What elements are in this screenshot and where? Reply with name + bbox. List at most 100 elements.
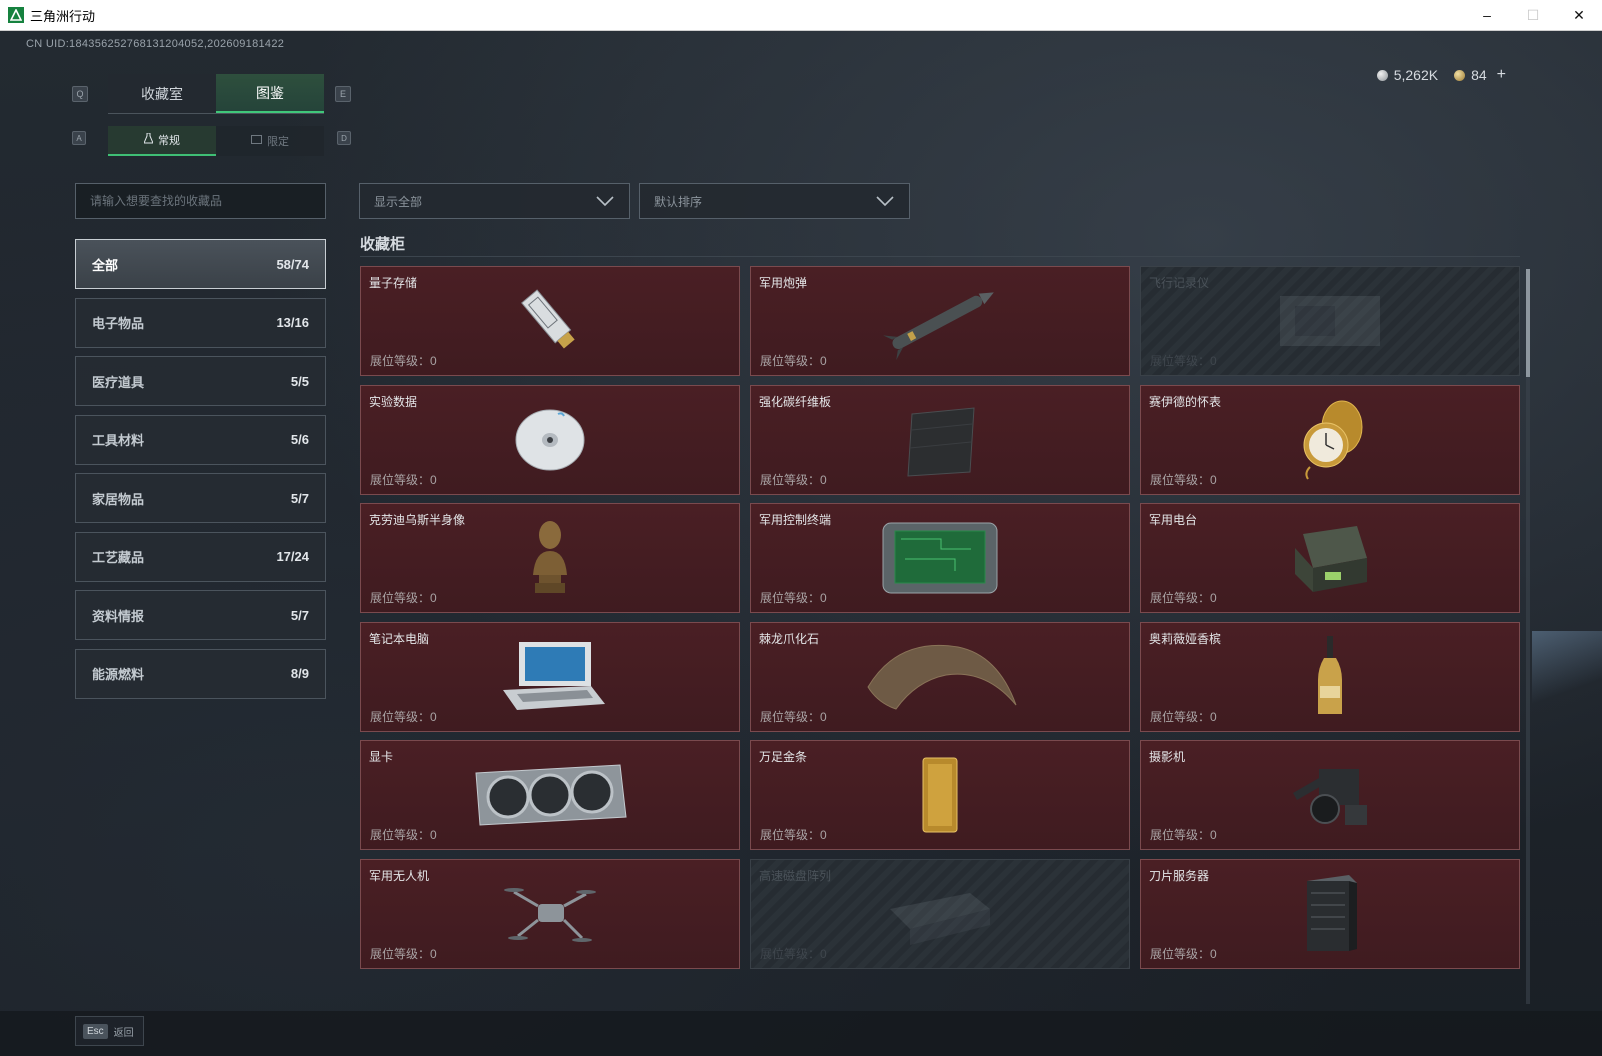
item-card[interactable]: 克劳迪乌斯半身像 展位等级：0 bbox=[360, 503, 740, 613]
item-level: 展位等级：0 bbox=[370, 472, 437, 487]
item-card[interactable]: 军用控制终端 展位等级：0 bbox=[750, 503, 1130, 613]
category-label: 资料情报 bbox=[92, 608, 145, 624]
item-card[interactable]: 棘龙爪化石 展位等级：0 bbox=[750, 621, 1130, 732]
item-card[interactable]: 奥莉薇娅香槟 展位等级：0 bbox=[1140, 621, 1520, 732]
item-level: 展位等级：0 bbox=[760, 591, 827, 605]
item-grid: 量子存储 展位等级：0 军用炮弹 展位等级：0 飞行记录仪 展位等级：0 实验数… bbox=[360, 266, 1522, 1006]
missile-icon bbox=[855, 278, 1025, 364]
carbon-plate-icon bbox=[855, 397, 1025, 483]
section-divider bbox=[360, 256, 1520, 257]
gpu-icon bbox=[465, 752, 635, 838]
item-name: 强化碳纤维板 bbox=[759, 394, 832, 409]
category-energy[interactable]: 能源燃料 8/9 bbox=[75, 648, 326, 699]
category-label: 电子物品 bbox=[92, 316, 145, 331]
sort-dropdown[interactable]: 默认排序 bbox=[639, 183, 910, 219]
category-label: 能源燃料 bbox=[92, 667, 145, 682]
tab-collection-room[interactable]: 收藏室 bbox=[108, 74, 216, 113]
chevron-down-icon bbox=[876, 196, 894, 207]
item-card[interactable]: 实验数据 展位等级：0 bbox=[360, 384, 740, 495]
item-name: 奥莉薇娅香槟 bbox=[1149, 631, 1222, 646]
item-level: 展位等级：0 bbox=[760, 472, 827, 487]
tab-regular-label: 常规 bbox=[158, 135, 180, 147]
item-level: 展位等级：0 bbox=[760, 828, 827, 842]
tab-limited-label: 限定 bbox=[267, 136, 289, 148]
category-count: 58/74 bbox=[276, 256, 309, 272]
item-level: 展位等级：0 bbox=[370, 709, 437, 724]
item-card[interactable]: 显卡 展位等级：0 bbox=[360, 740, 740, 850]
item-name: 军用无人机 bbox=[369, 868, 430, 883]
champagne-icon bbox=[1245, 634, 1415, 720]
item-card[interactable]: 刀片服务器 展位等级：0 bbox=[1140, 858, 1520, 969]
back-button[interactable]: Esc 返回 bbox=[75, 1016, 144, 1046]
main-tabs: 收藏室 图鉴 bbox=[108, 74, 324, 114]
item-card[interactable]: 高速磁盘阵列 展位等级：0 bbox=[750, 858, 1130, 969]
category-crafts[interactable]: 工艺藏品 17/24 bbox=[75, 531, 326, 582]
category-label: 全部 bbox=[92, 257, 119, 273]
item-card[interactable]: 军用炮弹 展位等级：0 bbox=[750, 266, 1130, 376]
item-name: 棘龙爪化石 bbox=[759, 631, 820, 646]
search-box bbox=[75, 183, 326, 219]
item-name: 高速磁盘阵列 bbox=[759, 868, 832, 883]
category-count: 13/16 bbox=[276, 315, 309, 330]
category-electronics[interactable]: 电子物品 13/16 bbox=[75, 297, 326, 348]
item-name: 笔记本电脑 bbox=[369, 631, 430, 646]
frame-icon bbox=[251, 135, 262, 147]
silver-coin-icon bbox=[1376, 69, 1388, 81]
category-all[interactable]: 全部 58/74 bbox=[75, 239, 326, 289]
pocket-watch-icon bbox=[1245, 397, 1415, 483]
item-card[interactable]: 军用电台 展位等级：0 bbox=[1140, 503, 1520, 613]
item-name: 军用控制终端 bbox=[759, 513, 832, 527]
category-label: 家居物品 bbox=[92, 491, 145, 507]
close-button[interactable]: ✕ bbox=[1556, 0, 1602, 31]
item-name: 摄影机 bbox=[1149, 750, 1186, 764]
item-card[interactable]: 飞行记录仪 展位等级：0 bbox=[1140, 266, 1520, 376]
item-level: 展位等级：0 bbox=[1150, 828, 1217, 842]
item-card[interactable]: 摄影机 展位等级：0 bbox=[1140, 740, 1520, 850]
category-household[interactable]: 家居物品 5/7 bbox=[75, 473, 326, 523]
category-tools[interactable]: 工具材料 5/6 bbox=[75, 414, 326, 465]
item-card[interactable]: 量子存储 展位等级：0 bbox=[360, 266, 740, 376]
category-label: 工具材料 bbox=[92, 433, 145, 448]
item-name: 飞行记录仪 bbox=[1149, 276, 1210, 290]
claw-fossil-icon bbox=[855, 634, 1025, 720]
item-name: 万足金条 bbox=[759, 750, 808, 764]
item-card[interactable]: 笔记本电脑 展位等级：0 bbox=[360, 621, 740, 732]
item-name: 军用炮弹 bbox=[759, 276, 808, 290]
category-label: 医疗道具 bbox=[92, 374, 145, 390]
tab-limited[interactable]: 限定 bbox=[216, 126, 324, 156]
maximize-button[interactable]: ☐ bbox=[1510, 0, 1556, 31]
tab-regular[interactable]: 常规 bbox=[108, 126, 216, 156]
scrollbar-thumb[interactable] bbox=[1526, 269, 1530, 377]
item-card[interactable]: 强化碳纤维板 展位等级：0 bbox=[750, 384, 1130, 495]
gold-amount: 84 bbox=[1471, 67, 1487, 83]
item-card[interactable]: 万足金条 展位等级：0 bbox=[750, 740, 1130, 850]
item-level: 展位等级：0 bbox=[370, 591, 437, 605]
player-uid: CN UID:184356252768131204052,20260918142… bbox=[26, 38, 285, 50]
item-level: 展位等级：0 bbox=[760, 709, 827, 724]
item-card[interactable]: 赛伊德的怀表 展位等级：0 bbox=[1140, 384, 1520, 495]
item-name: 赛伊德的怀表 bbox=[1149, 394, 1222, 409]
item-level: 展位等级：0 bbox=[370, 946, 437, 961]
item-level: 展位等级：0 bbox=[370, 354, 437, 368]
esc-key-hint: Esc bbox=[83, 1023, 108, 1039]
disk-array-icon bbox=[855, 871, 1025, 957]
key-hint-e: E bbox=[335, 86, 351, 102]
item-level: 展位等级：0 bbox=[760, 354, 827, 368]
filter-dropdown-value: 显示全部 bbox=[374, 194, 423, 209]
gold-bar-icon bbox=[855, 752, 1025, 838]
search-input[interactable] bbox=[90, 194, 311, 208]
category-intel[interactable]: 资料情报 5/7 bbox=[75, 590, 326, 640]
filter-dropdown[interactable]: 显示全部 bbox=[359, 183, 630, 219]
tab-catalog[interactable]: 图鉴 bbox=[216, 74, 324, 113]
minimize-button[interactable]: – bbox=[1464, 0, 1510, 31]
item-card[interactable]: 军用无人机 展位等级：0 bbox=[360, 858, 740, 969]
grid-scrollbar[interactable] bbox=[1526, 269, 1530, 1004]
category-label: 工艺藏品 bbox=[92, 550, 145, 565]
gold-coin-icon bbox=[1454, 69, 1466, 81]
category-medical[interactable]: 医疗道具 5/5 bbox=[75, 356, 326, 406]
category-count: 5/5 bbox=[290, 373, 309, 389]
bottom-bar bbox=[0, 1011, 1602, 1056]
window-titlebar: 三角洲行动 – ☐ ✕ bbox=[0, 0, 1602, 31]
add-currency-button[interactable]: + bbox=[1497, 66, 1506, 84]
gold-currency: 84 + bbox=[1454, 66, 1506, 84]
